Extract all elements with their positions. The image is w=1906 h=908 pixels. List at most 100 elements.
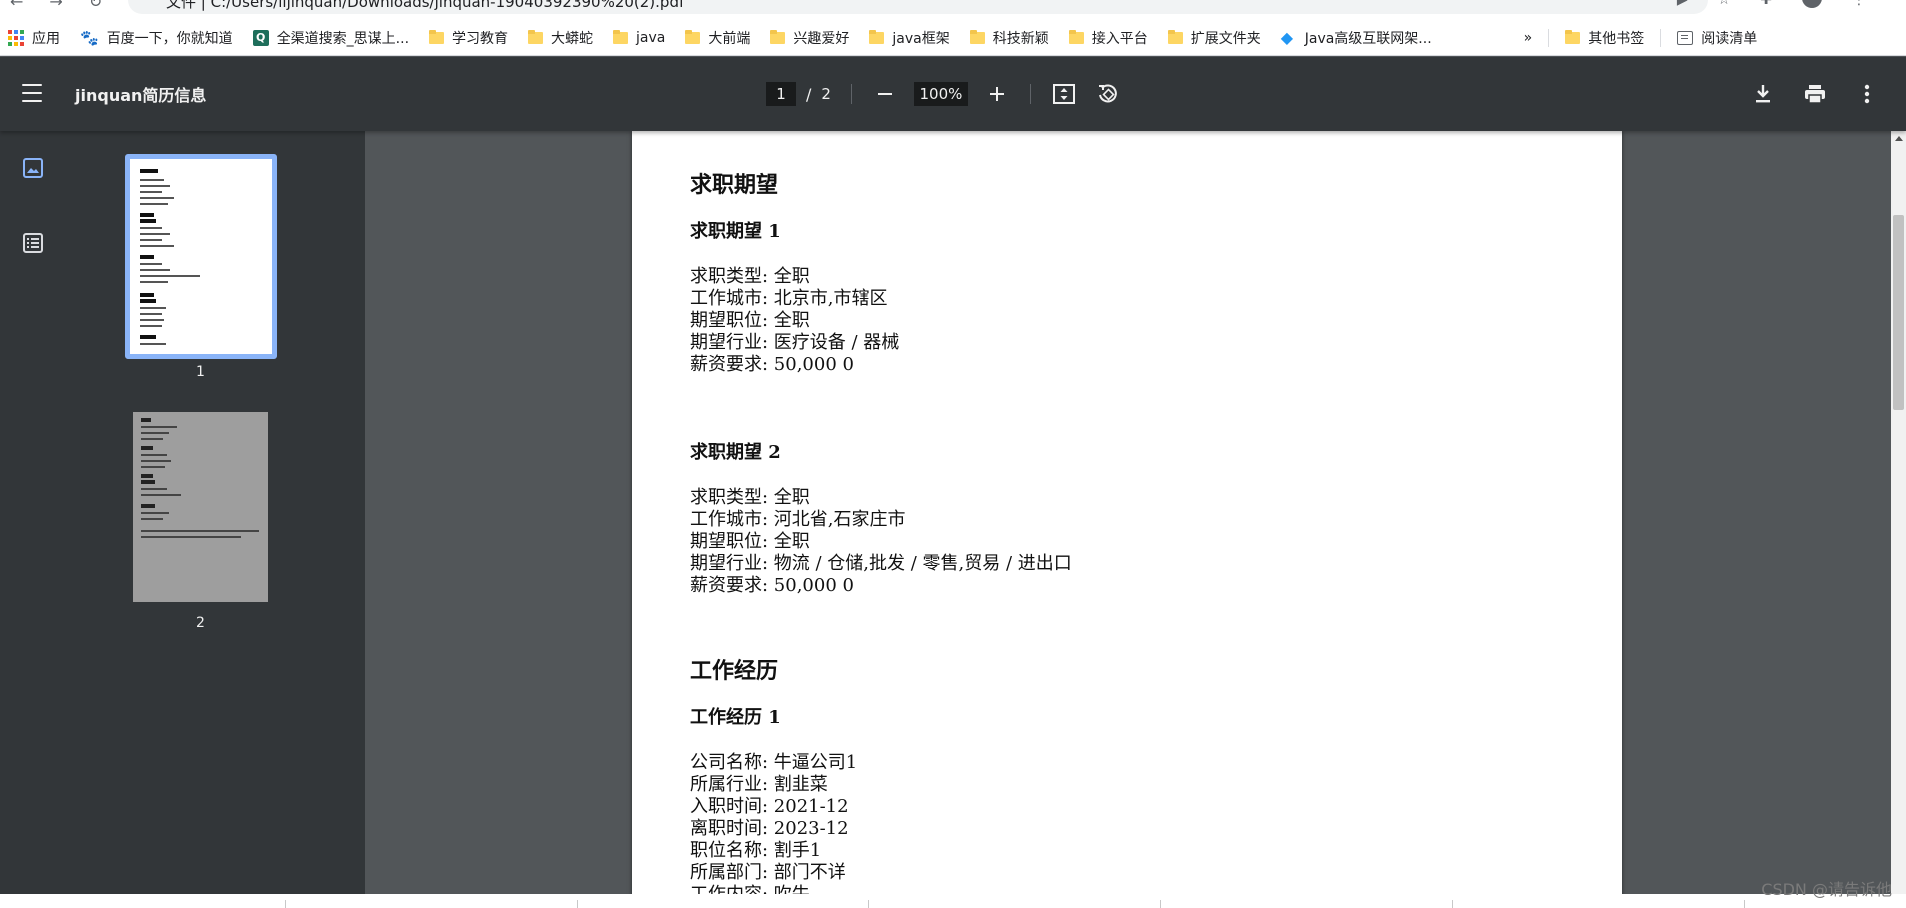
folder-icon <box>1068 30 1084 45</box>
watermark: CSDN @请告诉他 <box>1761 880 1892 899</box>
browser-nav-buttons: ← → ↻ <box>10 0 102 11</box>
rotate-icon[interactable] <box>1095 81 1121 107</box>
avatar[interactable] <box>1802 0 1822 8</box>
field-line: 求职类型: 全职 <box>690 266 810 287</box>
scroll-up-arrow-icon[interactable] <box>1895 136 1903 141</box>
reading-list-icon <box>1677 30 1694 45</box>
field-line: 工作内容: 吹牛 <box>690 884 810 894</box>
bookmark-java-arch[interactable]: ◆ Java高级互联网架... <box>1271 24 1442 52</box>
browser-address-bar: ← → ↻ 文件 | C:/Users/lijinquan/Downloads/… <box>0 0 1906 20</box>
scrollbar-thumb[interactable] <box>1893 215 1904 410</box>
bookmark-folder[interactable]: 扩展文件夹 <box>1158 24 1271 52</box>
pdf-toolbar: jinquan简历信息 1 / 2 100% <box>0 57 1906 131</box>
folder-icon <box>1565 30 1581 45</box>
forward-arrow-icon[interactable]: → <box>49 0 62 11</box>
field-line: 公司名称: 牛逼公司1 <box>690 752 858 773</box>
bookmark-label: 大蟒蛇 <box>551 30 594 47</box>
zoom-out-icon[interactable] <box>872 81 898 107</box>
bookmark-baidu[interactable]: 🐾 百度一下，你就知道 <box>70 24 243 52</box>
page-separator: / <box>806 84 812 104</box>
vertical-scrollbar[interactable] <box>1891 131 1906 894</box>
bookmark-label: 扩展文件夹 <box>1190 30 1261 47</box>
field-line: 期望职位: 全职 <box>690 310 810 331</box>
baidu-paw-icon: 🐾 <box>80 28 99 47</box>
bottom-strip <box>0 894 1906 908</box>
site-favicon-icon: Q <box>252 29 269 46</box>
folder-icon <box>969 30 985 45</box>
field-line: 工作城市: 北京市,市辖区 <box>690 288 888 309</box>
bookmark-label: java框架 <box>892 30 950 47</box>
extensions-icon[interactable]: ✚ <box>1760 0 1772 8</box>
bookmark-label: java <box>636 29 666 46</box>
field-line: 求职类型: 全职 <box>690 487 810 508</box>
star-icon[interactable]: ☆ <box>1718 0 1731 8</box>
thumbnail-page-number: 2 <box>196 615 205 631</box>
bookmarks-overflow-button[interactable]: » <box>1514 24 1543 52</box>
thumbnail-sidebar: 1 2 <box>0 131 365 908</box>
folder-icon <box>770 30 786 45</box>
thumbnails-view-icon[interactable] <box>22 157 44 179</box>
bookmark-folder[interactable]: 接入平台 <box>1059 24 1158 52</box>
reading-list-button[interactable]: 阅读清单 <box>1667 24 1767 52</box>
share-icon[interactable]: ▶ <box>1677 0 1688 8</box>
field-line: 期望行业: 物流 / 仓储,批发 / 零售,贸易 / 进出口 <box>690 553 1072 574</box>
document-viewport[interactable]: 求职期望 求职期望 1 求职类型: 全职 工作城市: 北京市,市辖区 期望职位:… <box>365 131 1891 894</box>
field-line: 离职时间: 2023-12 <box>690 818 849 839</box>
subsection-heading: 工作经历 1 <box>690 707 781 728</box>
print-icon[interactable] <box>1802 81 1828 107</box>
subsection-heading: 求职期望 2 <box>690 442 781 463</box>
bookmark-folder[interactable]: 兴趣爱好 <box>760 24 859 52</box>
bookmark-folder[interactable]: 大蟒蛇 <box>518 24 603 52</box>
divider <box>1548 28 1550 47</box>
bookmark-apps[interactable]: 应用 <box>0 24 70 52</box>
download-icon[interactable] <box>1750 81 1776 107</box>
url-text[interactable]: 文件 | C:/Users/lijinquan/Downloads/jinqua… <box>166 0 684 12</box>
divider <box>850 84 852 104</box>
reload-icon[interactable]: ↻ <box>89 0 102 11</box>
fit-to-page-icon[interactable] <box>1051 81 1077 107</box>
more-options-icon[interactable] <box>1854 81 1880 107</box>
zoom-in-icon[interactable] <box>984 81 1010 107</box>
zoom-input[interactable]: 100% <box>913 82 968 106</box>
address-bar-actions: ▶ ☆ ✚ ⋮ <box>1677 0 1866 8</box>
page-thumbnail-1[interactable] <box>125 154 277 359</box>
divider <box>1029 84 1031 104</box>
outline-view-icon[interactable] <box>22 232 44 254</box>
sidebar-tabs <box>0 131 64 908</box>
page-thumbnail-2[interactable] <box>133 412 268 602</box>
bookmark-other[interactable]: 其他书签 <box>1555 24 1654 52</box>
menu-icon[interactable] <box>22 84 42 102</box>
bookmark-label: 接入平台 <box>1091 30 1148 47</box>
bookmark-search[interactable]: Q 全渠道搜索_思谋上... <box>243 24 419 52</box>
section-heading: 求职期望 <box>690 172 779 198</box>
field-line: 所属行业: 割韭菜 <box>690 774 828 795</box>
bookmark-folder[interactable]: 科技新颖 <box>960 24 1059 52</box>
folder-icon <box>1167 30 1183 45</box>
bookmark-folder[interactable]: java <box>603 24 675 52</box>
folder-icon <box>869 30 885 45</box>
bookmark-label: 百度一下，你就知道 <box>106 30 233 47</box>
subsection-heading: 求职期望 1 <box>690 221 781 242</box>
bookmark-label: 应用 <box>32 30 60 47</box>
document-title: jinquan简历信息 <box>75 86 207 105</box>
divider <box>1660 28 1662 47</box>
folder-icon <box>613 30 629 45</box>
bookmark-folder[interactable]: 学习教育 <box>419 24 518 52</box>
bookmark-folder[interactable]: 大前端 <box>675 24 760 52</box>
back-arrow-icon[interactable]: ← <box>10 0 23 11</box>
section-heading: 工作经历 <box>690 658 779 684</box>
page-number-input[interactable]: 1 <box>766 82 796 106</box>
folder-icon <box>528 30 544 45</box>
bookmark-label: 大前端 <box>708 30 751 47</box>
kebab-menu-icon[interactable]: ⋮ <box>1852 0 1866 8</box>
bookmark-label: 其他书签 <box>1588 30 1645 47</box>
folder-icon <box>429 30 445 45</box>
field-line: 职位名称: 割手1 <box>690 840 822 861</box>
bookmark-label: 科技新颖 <box>992 30 1049 47</box>
field-line: 工作城市: 河北省,石家庄市 <box>690 509 906 530</box>
field-line: 期望职位: 全职 <box>690 531 810 552</box>
apps-grid-icon <box>8 29 24 46</box>
bookmark-label: Java高级互联网架... <box>1304 30 1432 47</box>
bookmark-folder[interactable]: java框架 <box>859 24 959 52</box>
overflow-chevron-icon: » <box>1523 29 1533 46</box>
